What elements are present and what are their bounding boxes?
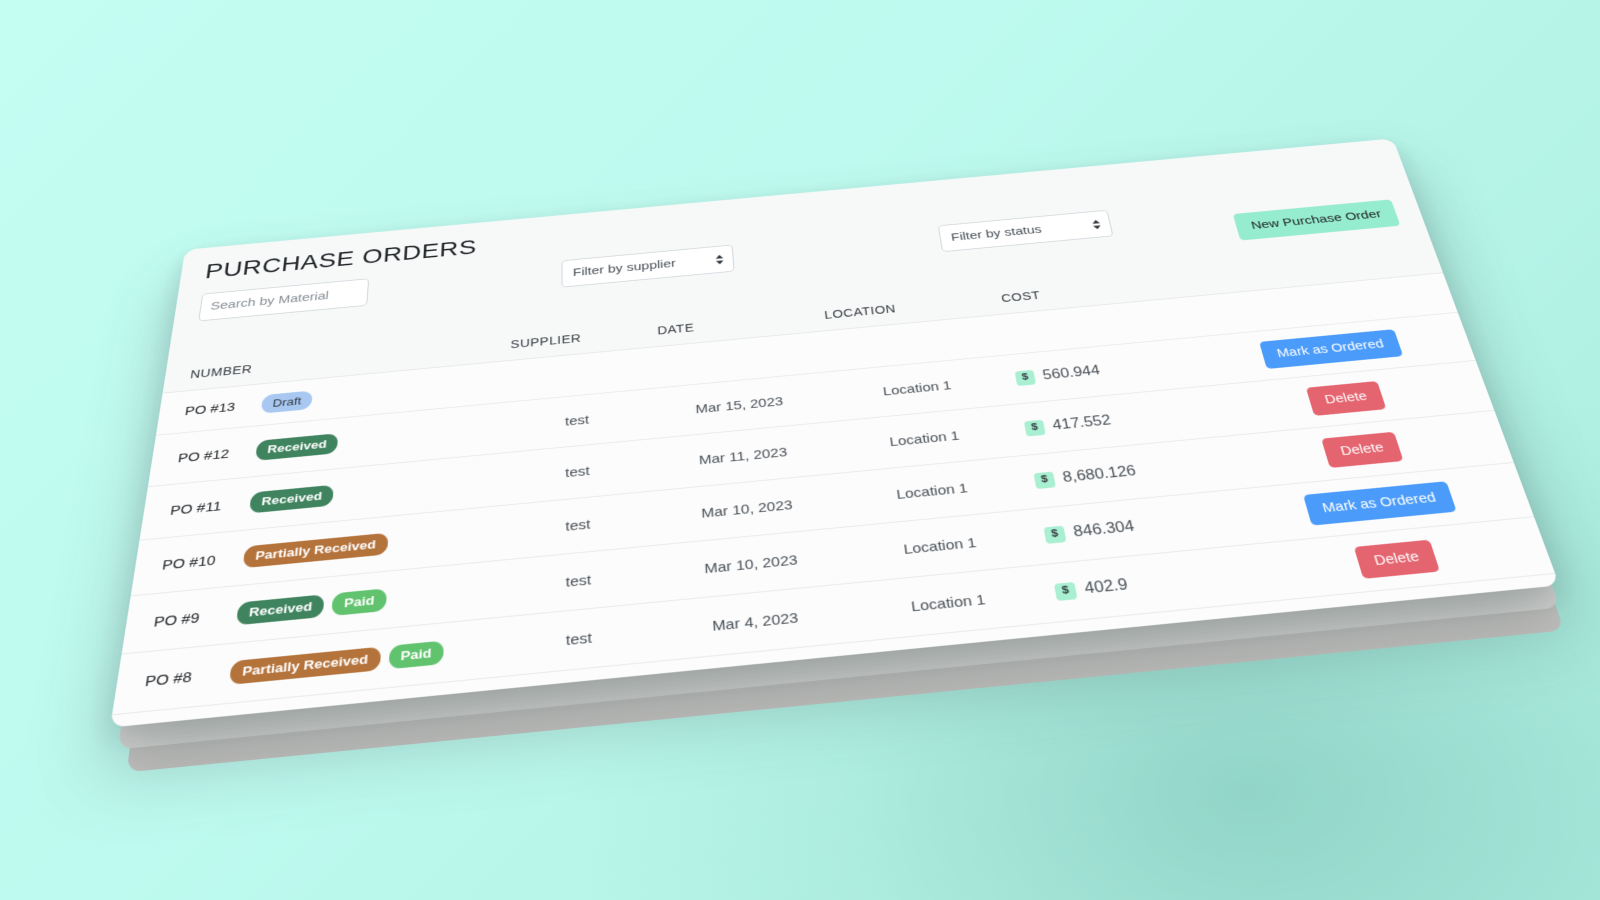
purchase-order-number: PO #8 xyxy=(144,668,193,689)
dollar-icon: $ xyxy=(1024,420,1045,436)
dollar-icon: $ xyxy=(1077,703,1101,723)
status-badge-group: Partially ReceivedPaid xyxy=(229,636,488,684)
cost-value-group: $8,680.126 xyxy=(1034,455,1233,489)
status-badge: Received xyxy=(255,433,338,460)
purchase-order-number: PO #9 xyxy=(153,610,201,631)
cost-value-group: $0.0 xyxy=(1076,683,1293,723)
delete-button[interactable]: Delete xyxy=(1408,720,1501,728)
search-input[interactable] xyxy=(198,278,369,321)
delete-button[interactable]: Delete xyxy=(1354,540,1440,579)
dollar-icon: $ xyxy=(1015,370,1036,386)
cell-actions: Delete xyxy=(1308,694,1560,727)
purchase-order-number: PO #13 xyxy=(184,400,236,418)
mark-as-ordered-button[interactable]: Mark as Ordered xyxy=(1303,481,1456,525)
status-badge: Partially Received xyxy=(229,647,381,685)
supplier-filter-select[interactable]: Filter by supplier xyxy=(562,245,735,288)
cost-amount: 417.552 xyxy=(1051,413,1112,434)
mark-as-ordered-button[interactable]: Mark as Ordered xyxy=(1259,329,1403,369)
status-badge-group: Received xyxy=(249,470,492,513)
cost-amount: 846.304 xyxy=(1072,519,1136,541)
cost-value-group: $402.9 xyxy=(1054,564,1261,601)
cost-value-group: $560.944 xyxy=(1015,354,1206,386)
cost-amount: 8,680.126 xyxy=(1062,464,1138,487)
status-badge-group: ReceivedPaid xyxy=(236,579,490,626)
dollar-icon: $ xyxy=(1054,582,1077,601)
status-badge: Paid xyxy=(388,641,444,669)
status-filter-wrapper[interactable]: Filter by status xyxy=(938,210,1114,252)
status-badge: Draft xyxy=(261,390,313,414)
new-purchase-order-button[interactable]: New Purchase Order xyxy=(1233,199,1401,240)
purchase-orders-card-stack: PURCHASE ORDERS Filter by supplier F xyxy=(110,138,1560,727)
cost-value-group: $846.304 xyxy=(1044,508,1247,544)
status-filter-select[interactable]: Filter by status xyxy=(938,210,1114,252)
cell-cost: $0.0 xyxy=(1075,723,1325,727)
purchase-order-number: PO #12 xyxy=(177,446,230,465)
cost-amount: 402.9 xyxy=(1083,577,1129,598)
cost-amount: 0.0 xyxy=(1107,699,1136,720)
delete-button[interactable]: Delete xyxy=(1321,432,1403,468)
dollar-icon: $ xyxy=(1044,526,1066,544)
status-badge: Received xyxy=(249,485,334,513)
delete-button[interactable]: Delete xyxy=(1389,657,1479,700)
status-badge-group: Partially Received xyxy=(243,523,491,568)
scene-stage: PURCHASE ORDERS Filter by supplier F xyxy=(0,0,1600,900)
dollar-icon: $ xyxy=(1034,472,1056,489)
supplier-filter-wrapper[interactable]: Filter by supplier xyxy=(562,245,735,288)
purchase-order-number: PO #10 xyxy=(161,552,216,573)
supplier-filter-label: Filter by supplier xyxy=(573,257,676,279)
cost-amount: 560.944 xyxy=(1042,364,1102,384)
status-badge: Received xyxy=(236,594,325,625)
cost-value-group: $417.552 xyxy=(1024,403,1219,436)
delete-button[interactable]: Delete xyxy=(1306,381,1386,416)
cell-number: PO #8 xyxy=(112,644,225,715)
purchase-order-number: PO #11 xyxy=(169,498,222,518)
status-filter-label: Filter by status xyxy=(950,223,1043,244)
status-badge: Partially Received xyxy=(243,533,388,568)
status-badge-group: Received xyxy=(255,419,493,461)
status-badge: Paid xyxy=(331,588,386,615)
